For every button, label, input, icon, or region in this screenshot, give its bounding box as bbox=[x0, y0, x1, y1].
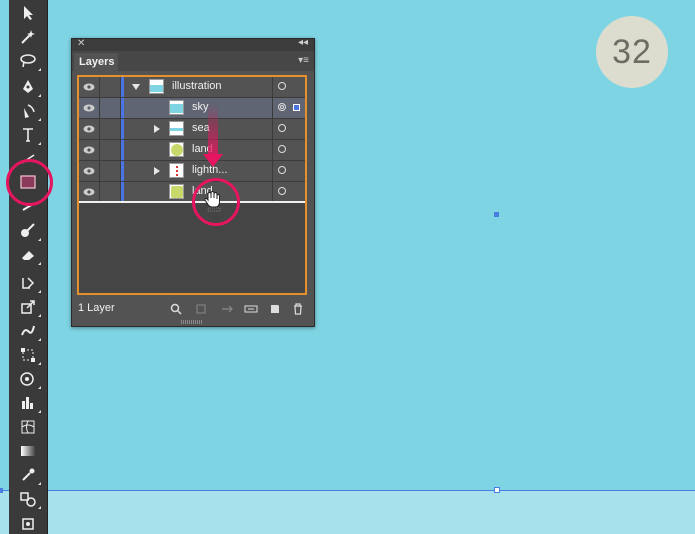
gradient-icon[interactable] bbox=[13, 440, 43, 462]
panel-title-bar[interactable]: ✕ ◂◂ bbox=[72, 37, 314, 51]
land-thumbnail bbox=[169, 184, 184, 199]
collect-export-icon[interactable] bbox=[194, 302, 208, 316]
anchor-point-edge[interactable] bbox=[0, 488, 3, 493]
selection-icon[interactable] bbox=[13, 2, 43, 24]
visibility-eye-icon[interactable] bbox=[79, 161, 100, 181]
layer-row-land[interactable]: land bbox=[79, 140, 305, 161]
layers-panel: ✕ ◂◂ Layers ▾≡ illustration sky sea land… bbox=[71, 37, 315, 327]
target-icon[interactable] bbox=[278, 187, 286, 195]
make-clipping-mask-icon[interactable] bbox=[220, 302, 234, 316]
scale-icon[interactable] bbox=[13, 296, 43, 318]
panel-tab-bar: Layers ▾≡ bbox=[72, 51, 314, 71]
layer-color-bar bbox=[121, 98, 124, 118]
symbol-sprayer-icon[interactable] bbox=[13, 368, 43, 390]
lasso-icon[interactable] bbox=[13, 50, 43, 72]
type-icon[interactable] bbox=[13, 124, 43, 146]
layer-color-bar bbox=[121, 119, 124, 139]
blob-brush-icon[interactable] bbox=[13, 220, 43, 242]
layer-row-sea[interactable]: sea bbox=[79, 119, 305, 140]
drag-direction-arrow bbox=[208, 103, 218, 161]
create-sublayer-icon[interactable] bbox=[244, 302, 258, 316]
visibility-eye-icon[interactable] bbox=[79, 182, 100, 202]
pen-icon[interactable] bbox=[13, 76, 43, 98]
step-badge: 32 bbox=[596, 16, 668, 88]
sea-thumbnail bbox=[169, 121, 184, 136]
lock-toggle[interactable] bbox=[100, 161, 121, 181]
sky-thumbnail bbox=[169, 100, 184, 115]
magic-wand-icon[interactable] bbox=[13, 26, 43, 48]
expand-arrow-icon[interactable] bbox=[132, 84, 140, 90]
close-icon[interactable]: ✕ bbox=[77, 38, 85, 49]
layer-name[interactable]: illustration bbox=[172, 80, 222, 92]
layer-color-bar bbox=[121, 161, 124, 181]
column-graph-icon[interactable] bbox=[13, 392, 43, 414]
layer-row-lighthouse[interactable]: lighth... bbox=[79, 161, 305, 182]
layer-count: 1 Layer bbox=[78, 302, 115, 314]
new-layer-icon[interactable] bbox=[268, 302, 282, 316]
sky-thumbnail bbox=[149, 79, 164, 94]
add-anchor-icon[interactable] bbox=[13, 100, 43, 122]
layer-color-bar bbox=[121, 77, 124, 97]
layers-list: illustration sky sea land lighth... land bbox=[77, 75, 307, 295]
eyedropper-icon[interactable] bbox=[13, 464, 43, 486]
warp-icon[interactable] bbox=[13, 320, 43, 342]
rectangle-tool-highlight bbox=[6, 159, 53, 206]
lock-toggle[interactable] bbox=[100, 98, 121, 118]
target-selected-icon[interactable] bbox=[278, 103, 286, 111]
drag-arrowhead bbox=[203, 154, 223, 167]
layer-color-bar bbox=[121, 140, 124, 160]
layer-color-bar bbox=[121, 182, 124, 202]
anchor-point[interactable] bbox=[494, 212, 499, 217]
panel-resize-grip[interactable] bbox=[181, 320, 203, 324]
selection-indicator[interactable] bbox=[293, 104, 300, 111]
anchor-point-hollow[interactable] bbox=[494, 487, 500, 493]
visibility-eye-icon[interactable] bbox=[79, 77, 100, 97]
selection-bound-line bbox=[0, 490, 695, 491]
lock-toggle[interactable] bbox=[100, 140, 121, 160]
visibility-eye-icon[interactable] bbox=[79, 140, 100, 160]
expand-arrow-icon[interactable] bbox=[154, 167, 160, 175]
artboard-lower-band bbox=[0, 490, 695, 534]
artboard-icon[interactable] bbox=[13, 512, 43, 534]
blend-icon[interactable] bbox=[13, 488, 43, 510]
grab-hand-cursor-icon bbox=[203, 190, 223, 217]
tools-panel bbox=[9, 0, 48, 534]
expand-arrow-icon[interactable] bbox=[154, 125, 160, 133]
rotate-icon[interactable] bbox=[13, 272, 43, 294]
panel-footer: 1 Layer bbox=[72, 299, 314, 319]
visibility-eye-icon[interactable] bbox=[79, 98, 100, 118]
target-icon[interactable] bbox=[278, 145, 286, 153]
trash-icon[interactable] bbox=[291, 302, 305, 316]
search-icon[interactable] bbox=[169, 302, 183, 316]
layer-row-sky[interactable]: sky bbox=[79, 98, 305, 119]
collapse-icon[interactable]: ◂◂ bbox=[298, 37, 308, 48]
tab-layers[interactable]: Layers bbox=[74, 53, 118, 71]
target-icon[interactable] bbox=[278, 124, 286, 132]
target-icon[interactable] bbox=[278, 82, 286, 90]
lock-toggle[interactable] bbox=[100, 77, 121, 97]
visibility-eye-icon[interactable] bbox=[79, 119, 100, 139]
target-icon[interactable] bbox=[278, 166, 286, 174]
layer-name[interactable]: sky bbox=[192, 101, 209, 113]
lock-toggle[interactable] bbox=[100, 182, 121, 202]
panel-menu-icon[interactable]: ▾≡ bbox=[298, 55, 309, 66]
lock-toggle[interactable] bbox=[100, 119, 121, 139]
free-transform-icon[interactable] bbox=[13, 344, 43, 366]
land-thumbnail bbox=[169, 142, 184, 157]
eraser-icon[interactable] bbox=[13, 244, 43, 266]
mesh-icon[interactable] bbox=[13, 416, 43, 438]
layer-row-illustration[interactable]: illustration bbox=[79, 77, 305, 98]
lighthouse-thumbnail bbox=[169, 163, 184, 178]
